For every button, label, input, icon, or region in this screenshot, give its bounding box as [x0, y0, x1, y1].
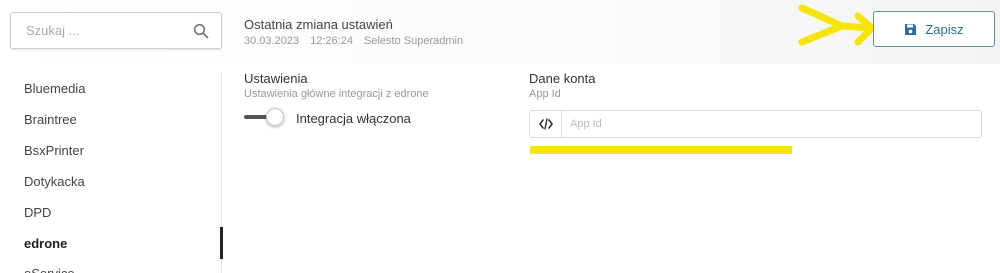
last-change-meta: 30.03.2023 12:26:24 Selesto Superadmin: [244, 35, 471, 47]
annotation-highlight: [530, 146, 792, 154]
last-change-date: 30.03.2023: [244, 35, 300, 47]
settings-title: Ustawienia: [244, 71, 308, 86]
app-id-input[interactable]: [570, 111, 970, 137]
code-icon: [538, 118, 553, 130]
save-button[interactable]: Zapisz: [873, 11, 995, 47]
floppy-disk-icon: [905, 23, 917, 35]
search-box[interactable]: [10, 12, 222, 49]
save-button-label: Zapisz: [925, 21, 964, 37]
sidebar-item-dotykacka[interactable]: Dotykacka: [24, 174, 85, 189]
sidebar-item-bluemedia[interactable]: Bluemedia: [24, 81, 85, 96]
search-icon[interactable]: [193, 23, 209, 39]
app-id-prefix: [530, 111, 562, 137]
sidebar-item-bsxprinter[interactable]: BsxPrinter: [24, 143, 84, 158]
sidebar-item-eservice[interactable]: eService: [24, 266, 75, 273]
last-change-info: Ostatnia zmiana ustawień 30.03.2023 12:2…: [244, 17, 471, 47]
sidebar: Bluemedia Braintree BsxPrinter Dotykacka…: [0, 72, 223, 273]
sidebar-item-edrone[interactable]: edrone: [24, 236, 67, 251]
search-input[interactable]: [11, 13, 191, 48]
last-change-title: Ostatnia zmiana ustawień: [244, 17, 393, 32]
app-id-field[interactable]: [529, 110, 982, 138]
sidebar-active-indicator: [220, 227, 223, 259]
last-change-user: Selesto Superadmin: [364, 35, 464, 47]
integration-toggle[interactable]: [244, 108, 284, 126]
sidebar-item-dpd[interactable]: DPD: [24, 205, 51, 220]
integration-toggle-label: Integracja włączona: [296, 111, 411, 126]
account-subtitle: App Id: [529, 88, 561, 100]
last-change-time: 12:26:24: [310, 35, 353, 47]
sidebar-item-braintree[interactable]: Braintree: [24, 112, 77, 127]
annotation-arrow: [798, 4, 876, 46]
account-title: Dane konta: [529, 71, 596, 86]
toggle-knob: [266, 108, 284, 126]
settings-subtitle: Ustawienia główne integracji z edrone: [244, 88, 429, 100]
